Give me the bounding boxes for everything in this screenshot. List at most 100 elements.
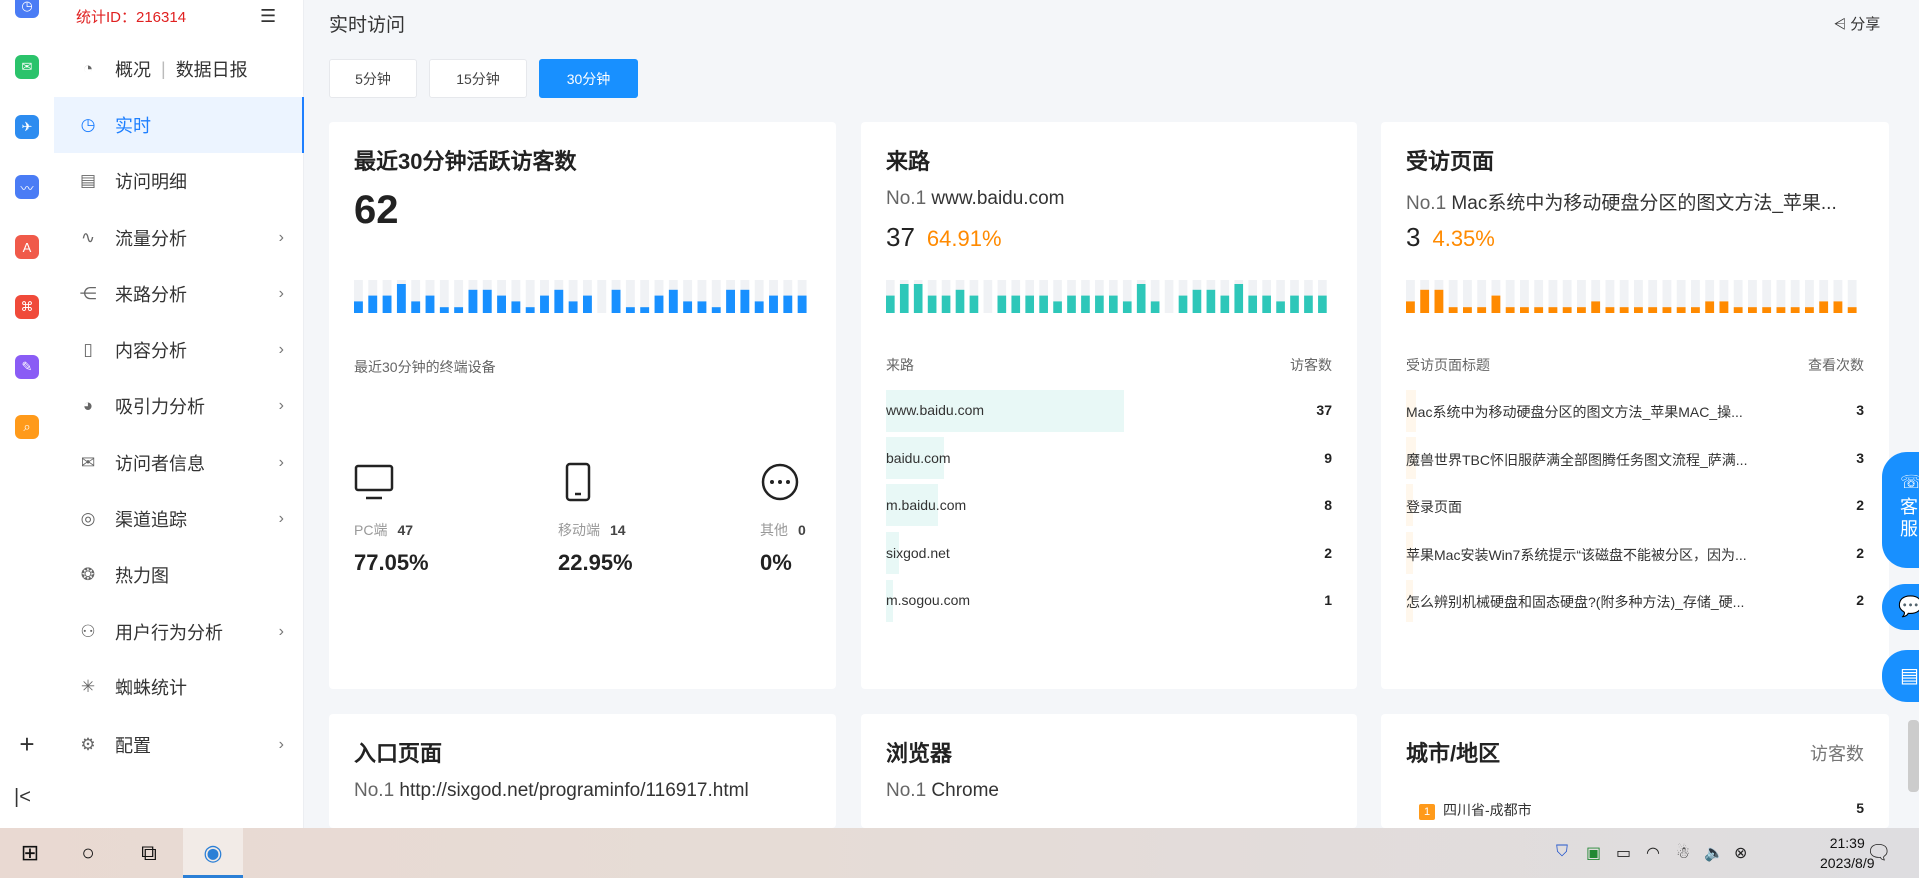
top-page-value[interactable]: Mac系统中为移动硬盘分区的图文方法_苹果... [1451, 193, 1836, 214]
volume-icon[interactable]: 🔈 [1704, 843, 1724, 863]
sidebar-item-realtime[interactable]: ◷ 实时 [54, 97, 304, 153]
tab-15min[interactable]: 15分钟 [429, 59, 527, 98]
tab-30min[interactable]: 30分钟 [539, 59, 638, 98]
sidebar-item-overview[interactable]: ◔ 概况 | 数据日报 [54, 41, 304, 97]
dashboard-icon: ◔ [82, 59, 94, 78]
sparkline-bar [1733, 307, 1743, 313]
column-header-visitors: 访客数 [1810, 744, 1864, 764]
source-row-label[interactable]: m.baidu.com [886, 497, 966, 513]
source-row-value: 1 [1324, 592, 1332, 608]
sidebar-item-content[interactable]: ▯ 内容分析 › [54, 322, 304, 378]
city-card: 城市/地区 访客数 1 四川省-成都市 5 [1381, 714, 1889, 828]
shield-icon[interactable]: ⛉ [1556, 843, 1568, 861]
wechat-app-icon[interactable]: ✉ [15, 55, 39, 79]
collapse-icon[interactable]: |< [14, 786, 31, 809]
chevron-right-icon: › [278, 623, 284, 640]
sparkline-bar [1420, 289, 1430, 313]
search-app-icon[interactable]: ⌕ [15, 415, 39, 439]
tab-5min[interactable]: 5分钟 [329, 59, 417, 98]
qq-icon[interactable]: ☃ [1676, 843, 1690, 863]
sparkline-bar [625, 307, 635, 313]
device-count: 0 [798, 522, 806, 538]
sparkline-bar [1790, 307, 1800, 313]
device-label: PC端 [354, 522, 388, 538]
browser-icon[interactable]: ◉ [195, 828, 231, 878]
sidebar-item-heatmap[interactable]: ❂ 热力图 [54, 547, 304, 603]
source-row-label[interactable]: m.sogou.com [886, 592, 970, 608]
source-row-label[interactable]: sixgod.net [886, 545, 950, 561]
sidebar-item-spider[interactable]: ✳ 蜘蛛统计 [54, 659, 304, 715]
sidebar-item-config[interactable]: ⚙ 配置 › [54, 717, 304, 773]
feedback-button[interactable]: ▤ [1882, 650, 1919, 702]
page-row-label[interactable]: 魔兽世界TBC怀旧服萨满全部图腾任务图文流程_萨满... [1406, 450, 1786, 470]
devices-title: 最近30分钟的终端设备 [354, 359, 496, 375]
task-view-icon[interactable]: ⧉ [131, 828, 167, 878]
top-entry-value[interactable]: http://sixgod.net/programinfo/116917.htm… [399, 780, 748, 801]
sparkline-bar [583, 295, 592, 313]
card-title: 入口页面 [354, 741, 443, 766]
sidebar-item-daily-report[interactable]: 数据日报 [176, 56, 248, 82]
top-source-value[interactable]: www.baidu.com [931, 188, 1064, 209]
city-row[interactable]: 1 四川省-成都市 [1419, 800, 1532, 820]
sparkline-track [597, 280, 607, 313]
nvidia-icon[interactable]: ▣ [1586, 843, 1601, 863]
sparkline-bar [1220, 295, 1230, 313]
share-label: 分享 [1850, 16, 1881, 33]
menu-toggle-icon[interactable]: ☰ [260, 6, 276, 27]
clock-app-icon[interactable]: ◷ [15, 0, 39, 18]
top-browser-value[interactable]: Chrome [931, 780, 999, 801]
windows-start-icon[interactable]: ⊞ [12, 828, 48, 878]
page-row-label[interactable]: 苹果Mac安装Win7系统提示“该磁盘不能被分区，因为... [1406, 545, 1786, 565]
edit-app-icon[interactable]: ✎ [15, 355, 39, 379]
sidebar-item-label: 配置 [115, 736, 151, 756]
battery-icon[interactable]: ▭ [1616, 843, 1631, 863]
sidebar-item-traffic[interactable]: ∿ 流量分析 › [54, 210, 304, 266]
source-row-label[interactable]: baidu.com [886, 450, 951, 466]
customer-service-button[interactable]: ☏ 客服 [1882, 452, 1919, 568]
sidebar-item-user-behavior[interactable]: ⚇ 用户行为分析 › [54, 604, 304, 660]
device-pc: PC端 47 77.05% [354, 462, 429, 575]
source-row-label[interactable]: www.baidu.com [886, 402, 984, 418]
sidebar-item-attraction[interactable]: ◕ 吸引力分析 › [54, 378, 304, 434]
sparkline-bar [511, 301, 521, 313]
visitors-sparkline [354, 280, 807, 313]
chevron-right-icon: › [278, 397, 284, 414]
sparkline-bar [1304, 295, 1313, 313]
page-row-value: 2 [1856, 545, 1864, 561]
source-row-value: 37 [1316, 402, 1332, 418]
page-row-label[interactable]: 登录页面 [1406, 497, 1786, 517]
sidebar-item-label: 访问明细 [115, 172, 187, 192]
sidebar-item-channel[interactable]: ◎ 渠道追踪 › [54, 491, 304, 547]
chart-app-icon[interactable]: 〰 [15, 175, 39, 199]
search-circle-icon[interactable]: ○ [70, 828, 106, 878]
sparkline-bar [1248, 295, 1258, 313]
sparkline-bar [1039, 295, 1048, 313]
scrollbar-thumb[interactable] [1908, 720, 1919, 792]
sparkline-bar [997, 295, 1007, 313]
sidebar-item-visit-detail[interactable]: ▤ 访问明细 [54, 153, 304, 209]
plane-app-icon[interactable]: ✈ [15, 115, 39, 139]
sparkline-bar [1178, 295, 1188, 313]
translate-app-icon[interactable]: A [15, 235, 39, 259]
stat-id: 统计ID：216314 [76, 9, 187, 26]
page-row-label[interactable]: Mac系统中为移动硬盘分区的图文方法_苹果MAC_操... [1406, 402, 1786, 422]
source-card: 来路 No.1 www.baidu.com 37 64.91% 来路 访客数 ww… [861, 122, 1357, 689]
sparkline-bar [1776, 307, 1786, 313]
sparkline-bar [568, 301, 578, 313]
page-row-value: 3 [1856, 402, 1864, 418]
pdf-app-icon[interactable]: ⌘ [15, 295, 39, 319]
page-row-label[interactable]: 怎么辨别机械硬盘和固态硬盘?(附多种方法)_存储_硬... [1406, 592, 1786, 612]
sidebar-item-visitor-info[interactable]: ✉ 访问者信息 › [54, 435, 304, 491]
sidebar-item-source[interactable]: ⋲ 来路分析 › [54, 266, 304, 322]
wifi-icon[interactable]: ◠ [1646, 843, 1660, 863]
add-app-icon[interactable]: + [14, 729, 40, 760]
ime-icon[interactable]: ⊗ [1734, 843, 1747, 863]
notification-icon[interactable]: 🗨 [1866, 840, 1891, 865]
top-page-percent: 4.35% [1432, 226, 1495, 251]
sidebar-item-label: 蜘蛛统计 [115, 678, 187, 698]
sparkline-bar [554, 289, 564, 313]
sparkline-bar [1234, 284, 1244, 313]
time-range-tabs: 5分钟 15分钟 30分钟 [329, 59, 638, 98]
share-button[interactable]: ⩤ 分享 [1834, 13, 1880, 34]
sparkline-bar [769, 295, 778, 313]
